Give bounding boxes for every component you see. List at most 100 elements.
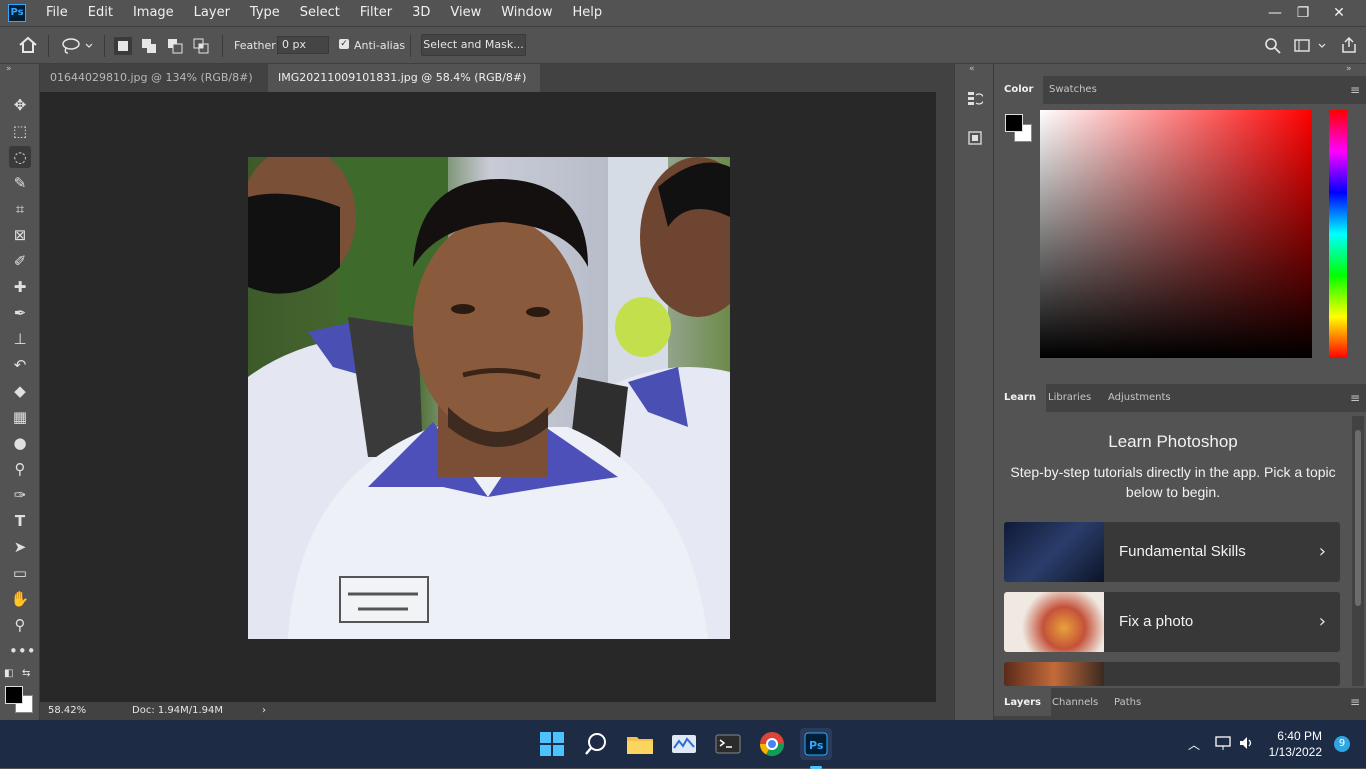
dodge-tool-icon[interactable]: ⚲ xyxy=(9,458,31,480)
swap-colors-icon[interactable]: ⇆ xyxy=(22,668,30,679)
tab-color[interactable]: Color xyxy=(994,76,1044,104)
panel-menu-icon[interactable]: ≡ xyxy=(1350,695,1360,709)
tab-channels[interactable]: Channels xyxy=(1042,688,1108,716)
healing-brush-tool-icon[interactable]: ✚ xyxy=(9,276,31,298)
more-tools-icon[interactable]: ••• xyxy=(9,640,36,662)
history-brush-tool-icon[interactable]: ↶ xyxy=(9,354,31,376)
share-icon[interactable] xyxy=(1340,36,1358,57)
menu-filter[interactable]: Filter xyxy=(350,0,402,26)
menu-file[interactable]: File xyxy=(36,0,78,26)
zoom-level[interactable]: 58.42% xyxy=(48,702,86,720)
menu-image[interactable]: Image xyxy=(123,0,184,26)
antialias-checkbox[interactable]: ✓ xyxy=(339,39,349,49)
menu-layer[interactable]: Layer xyxy=(184,0,240,26)
stamp-tool-icon[interactable]: ⊥ xyxy=(9,328,31,350)
search-icon[interactable] xyxy=(580,728,612,760)
eyedropper-tool-icon[interactable]: ✐ xyxy=(9,250,31,272)
feather-label: Feather: xyxy=(234,39,280,52)
tab-swatches[interactable]: Swatches xyxy=(1039,76,1107,104)
network-icon[interactable] xyxy=(1214,734,1232,755)
lasso-tool-icon[interactable]: ◌ xyxy=(9,146,31,168)
right-panels: » Color Swatches ≡ Learn Libraries Adjus… xyxy=(994,64,1366,720)
collapse-icon[interactable]: « xyxy=(969,64,975,74)
vertical-scrollbar[interactable] xyxy=(936,92,954,702)
status-arrow-icon[interactable]: › xyxy=(262,702,266,720)
quick-selection-tool-icon[interactable]: ✎ xyxy=(9,172,31,194)
move-tool-icon[interactable]: ✥ xyxy=(9,94,31,116)
notification-badge[interactable]: 9 xyxy=(1334,736,1350,752)
select-and-mask-button[interactable]: Select and Mask... xyxy=(421,34,526,56)
blur-tool-icon[interactable]: ● xyxy=(9,432,31,454)
intersect-selection-icon[interactable] xyxy=(192,37,210,55)
learn-card-partial[interactable] xyxy=(1004,662,1340,686)
foreground-color-swatch[interactable] xyxy=(5,686,23,704)
hand-tool-icon[interactable]: ✋ xyxy=(9,588,31,610)
monitor-app-icon[interactable] xyxy=(668,728,700,760)
learn-card-fundamental-skills[interactable]: Fundamental Skills › xyxy=(1004,522,1340,582)
menu-window[interactable]: Window xyxy=(491,0,562,26)
tab-libraries[interactable]: Libraries xyxy=(1038,384,1101,412)
learn-card-fix-photo[interactable]: Fix a photo › xyxy=(1004,592,1340,652)
chevron-up-icon[interactable]: ︿ xyxy=(1188,736,1200,753)
panel-menu-icon[interactable]: ≡ xyxy=(1350,83,1360,97)
scroll-thumb[interactable] xyxy=(1355,430,1361,606)
new-selection-icon[interactable] xyxy=(114,37,132,55)
clock[interactable]: 6:40 PM 1/13/2022 xyxy=(1269,728,1322,760)
photoshop-logo-icon: Ps xyxy=(8,4,26,22)
antialias-label: Anti-alias xyxy=(354,39,406,52)
history-panel-icon[interactable] xyxy=(967,90,985,109)
menu-select[interactable]: Select xyxy=(290,0,350,26)
rectangle-tool-icon[interactable]: ▭ xyxy=(9,562,31,584)
search-icon[interactable] xyxy=(1264,37,1282,58)
terminal-icon[interactable] xyxy=(712,728,744,760)
menu-view[interactable]: View xyxy=(440,0,491,26)
pen-tool-icon[interactable]: ✑ xyxy=(9,484,31,506)
panel-icon-strip: « xyxy=(954,64,994,720)
default-colors-icon[interactable]: ◧ xyxy=(4,668,13,679)
document-tab-active[interactable]: IMG20211009101831.jpg @ 58.4% (RGB/8#) *… xyxy=(268,64,540,112)
file-explorer-icon[interactable] xyxy=(624,728,656,760)
start-icon[interactable] xyxy=(536,728,568,760)
hue-slider[interactable] xyxy=(1329,110,1347,358)
properties-panel-icon[interactable] xyxy=(967,130,983,149)
card-thumbnail xyxy=(1004,522,1104,582)
subtract-selection-icon[interactable] xyxy=(166,37,184,55)
menu-edit[interactable]: Edit xyxy=(78,0,123,26)
type-tool-icon[interactable]: T xyxy=(9,510,31,532)
tab-paths[interactable]: Paths xyxy=(1104,688,1151,716)
home-icon[interactable] xyxy=(18,36,38,57)
menu-type[interactable]: Type xyxy=(240,0,290,26)
learn-title: Learn Photoshop xyxy=(1108,432,1238,451)
marquee-tool-icon[interactable]: ⬚ xyxy=(9,120,31,142)
learn-description: Step-by-step tutorials directly in the a… xyxy=(1010,464,1336,500)
menu-3d[interactable]: 3D xyxy=(402,0,440,26)
add-selection-icon[interactable] xyxy=(140,37,158,55)
restore-button[interactable]: ❐ xyxy=(1286,0,1320,26)
eraser-tool-icon[interactable]: ◆ xyxy=(9,380,31,402)
feather-input[interactable]: 0 px xyxy=(277,36,329,54)
gradient-tool-icon[interactable]: ▦ xyxy=(9,406,31,428)
tab-adjustments[interactable]: Adjustments xyxy=(1098,384,1181,412)
volume-icon[interactable] xyxy=(1238,734,1256,755)
panel-menu-icon[interactable]: ≡ xyxy=(1350,391,1360,405)
menu-items: File Edit Image Layer Type Select Filter… xyxy=(36,0,612,26)
collapse-icon[interactable]: » xyxy=(1346,64,1352,74)
chrome-icon[interactable] xyxy=(756,728,788,760)
zoom-tool-icon[interactable]: ⚲ xyxy=(9,614,31,636)
menu-help[interactable]: Help xyxy=(563,0,613,26)
document-tab[interactable]: 01644029810.jpg @ 134% (RGB/8#) *✕ xyxy=(40,64,268,112)
color-field[interactable] xyxy=(1040,110,1312,358)
close-button[interactable]: ✕ xyxy=(1322,0,1356,26)
frame-tool-icon[interactable]: ⊠ xyxy=(9,224,31,246)
crop-tool-icon[interactable]: ⌗ xyxy=(9,198,31,220)
photoshop-taskbar-icon[interactable]: Ps xyxy=(800,728,832,769)
path-selection-tool-icon[interactable]: ➤ xyxy=(9,536,31,558)
learn-scrollbar[interactable] xyxy=(1352,416,1364,686)
collapse-icon[interactable]: » xyxy=(6,64,12,74)
workspace-icon[interactable] xyxy=(1294,38,1328,57)
brush-tool-icon[interactable]: ✒ xyxy=(9,302,31,324)
lasso-preset-icon[interactable] xyxy=(60,37,94,58)
foreground-color-swatch[interactable] xyxy=(1005,114,1023,132)
photo-image[interactable] xyxy=(248,157,730,639)
document-tabs: 01644029810.jpg @ 134% (RGB/8#) *✕ IMG20… xyxy=(40,64,954,112)
